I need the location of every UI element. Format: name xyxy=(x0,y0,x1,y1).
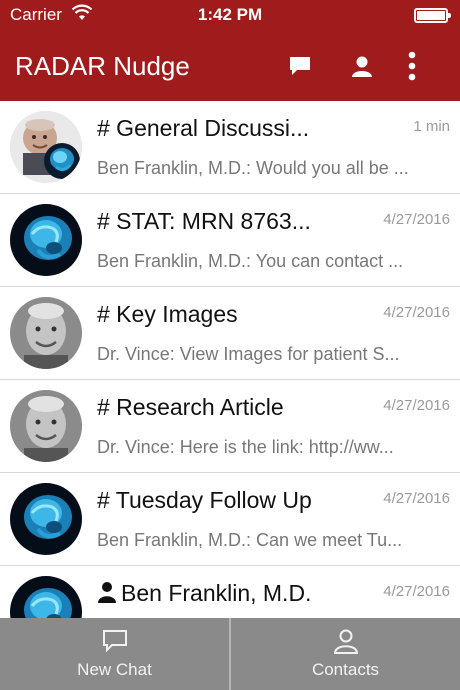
nav-bar: RADAR Nudge xyxy=(0,30,460,101)
chat-timestamp: 4/27/2016 xyxy=(383,304,450,321)
person-icon[interactable] xyxy=(348,52,376,80)
chat-name: # STAT: MRN 8763... xyxy=(97,208,311,234)
chat-list[interactable]: # General Discussi... 1 min Ben Franklin… xyxy=(0,101,460,618)
chat-preview: Ben Franklin, M.D.: Would you all be ... xyxy=(97,158,409,178)
brain-scan-avatar xyxy=(10,204,82,276)
group-avatar xyxy=(10,111,82,183)
person-photo-avatar xyxy=(10,297,82,369)
chat-timestamp: 4/27/2016 xyxy=(383,397,450,414)
chat-timestamp: 4/27/2016 xyxy=(383,211,450,228)
chat-row[interactable]: # General Discussi... 1 min Ben Franklin… xyxy=(0,101,460,194)
tab-label: Contacts xyxy=(311,660,380,679)
chat-name: Ben Franklin, M.D. xyxy=(97,580,332,607)
brain-scan-avatar xyxy=(10,576,82,618)
clock: 1:42 PM xyxy=(197,5,263,24)
chat-name: # Key Images xyxy=(97,301,238,327)
battery-icon xyxy=(414,8,451,23)
chat-row[interactable]: # Tuesday Follow Up 4/27/2016 Ben Frankl… xyxy=(0,473,460,566)
chat-name-text: Ben Franklin, M.D. xyxy=(121,580,312,606)
tab-new-chat[interactable]: New Chat xyxy=(0,618,229,690)
chat-name: # General Discussi... xyxy=(97,115,310,141)
chat-preview: Ben Franklin, M.D.: Can we meet Tu... xyxy=(97,530,403,550)
chat-timestamp: 1 min xyxy=(413,118,450,135)
chat-row[interactable]: # STAT: MRN 8763... 4/27/2016 Ben Frankl… xyxy=(0,194,460,287)
person-photo-avatar xyxy=(10,390,82,462)
chat-name: # Tuesday Follow Up xyxy=(97,487,312,513)
more-vertical-icon[interactable] xyxy=(398,51,426,81)
person-icon xyxy=(98,582,116,603)
chat-row[interactable]: Ben Franklin, M.D. 4/27/2016 xyxy=(0,566,460,618)
tab-bar: New Chat Contacts xyxy=(0,618,460,690)
status-bar: Carrier 1:42 PM xyxy=(0,0,460,30)
chat-timestamp: 4/27/2016 xyxy=(383,583,450,600)
app-title: RADAR Nudge xyxy=(15,51,190,81)
chat-preview: Ben Franklin, M.D.: You can contact ... xyxy=(97,251,404,271)
chat-row[interactable]: # Key Images 4/27/2016 Dr. Vince: View I… xyxy=(0,287,460,380)
chat-preview: Dr. Vince: View Images for patient S... xyxy=(97,344,400,364)
chat-bubble-icon xyxy=(102,630,127,653)
brain-scan-avatar xyxy=(10,483,82,555)
chat-row[interactable]: # Research Article 4/27/2016 Dr. Vince: … xyxy=(0,380,460,473)
chat-name: # Research Article xyxy=(97,394,284,420)
person-icon xyxy=(333,629,358,654)
chat-bubble-icon[interactable] xyxy=(286,52,314,80)
chat-timestamp: 4/27/2016 xyxy=(383,490,450,507)
chat-preview: Dr. Vince: Here is the link: http://ww..… xyxy=(97,437,394,457)
tab-contacts[interactable]: Contacts xyxy=(229,618,460,690)
tab-label: New Chat xyxy=(77,660,152,679)
